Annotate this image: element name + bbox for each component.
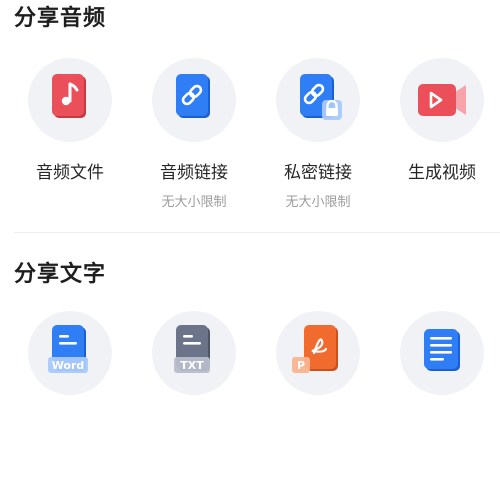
- share-item-label: 生成视频: [408, 163, 476, 183]
- audio-file-icon: [52, 74, 86, 118]
- private-link-icon: [300, 74, 342, 120]
- link-icon: [176, 74, 210, 118]
- word-doc-icon: Word: [48, 325, 88, 373]
- share-txt-button[interactable]: TXT: [132, 311, 256, 481]
- share-item-label: 音频文件: [36, 163, 104, 183]
- share-item-label: 私密链接: [284, 163, 352, 183]
- section-divider: [14, 232, 500, 233]
- word-badge-text: Word: [52, 359, 85, 372]
- generate-video-button[interactable]: 生成视频: [380, 58, 500, 228]
- video-camera-icon: [418, 84, 466, 116]
- share-private-link-button[interactable]: 私密链接 无大小限制: [256, 58, 380, 228]
- share-word-button[interactable]: Word: [8, 311, 132, 481]
- section-title-share-audio: 分享音频: [14, 6, 107, 31]
- pdf-doc-icon: P: [292, 325, 338, 373]
- share-text-button[interactable]: [380, 311, 500, 481]
- share-audio-link-button[interactable]: 音频链接 无大小限制: [132, 58, 256, 228]
- txt-badge-text: TXT: [180, 359, 204, 372]
- share-audio-file-button[interactable]: 音频文件: [8, 58, 132, 228]
- pdf-badge-text: P: [297, 359, 305, 372]
- text-lines-icon: [424, 329, 460, 371]
- txt-doc-icon: TXT: [174, 325, 210, 373]
- share-item-sublabel: 无大小限制: [161, 195, 227, 210]
- share-text-grid: Word TXT P: [0, 311, 500, 481]
- share-item-sublabel: 无大小限制: [285, 195, 351, 210]
- share-audio-grid: 音频文件 音频链接 无大小限制 私密链接 无大小限制 生成视频: [0, 58, 500, 228]
- section-title-share-text: 分享文字: [14, 262, 107, 287]
- share-pdf-button[interactable]: P: [256, 311, 380, 481]
- share-item-label: 音频链接: [160, 163, 228, 183]
